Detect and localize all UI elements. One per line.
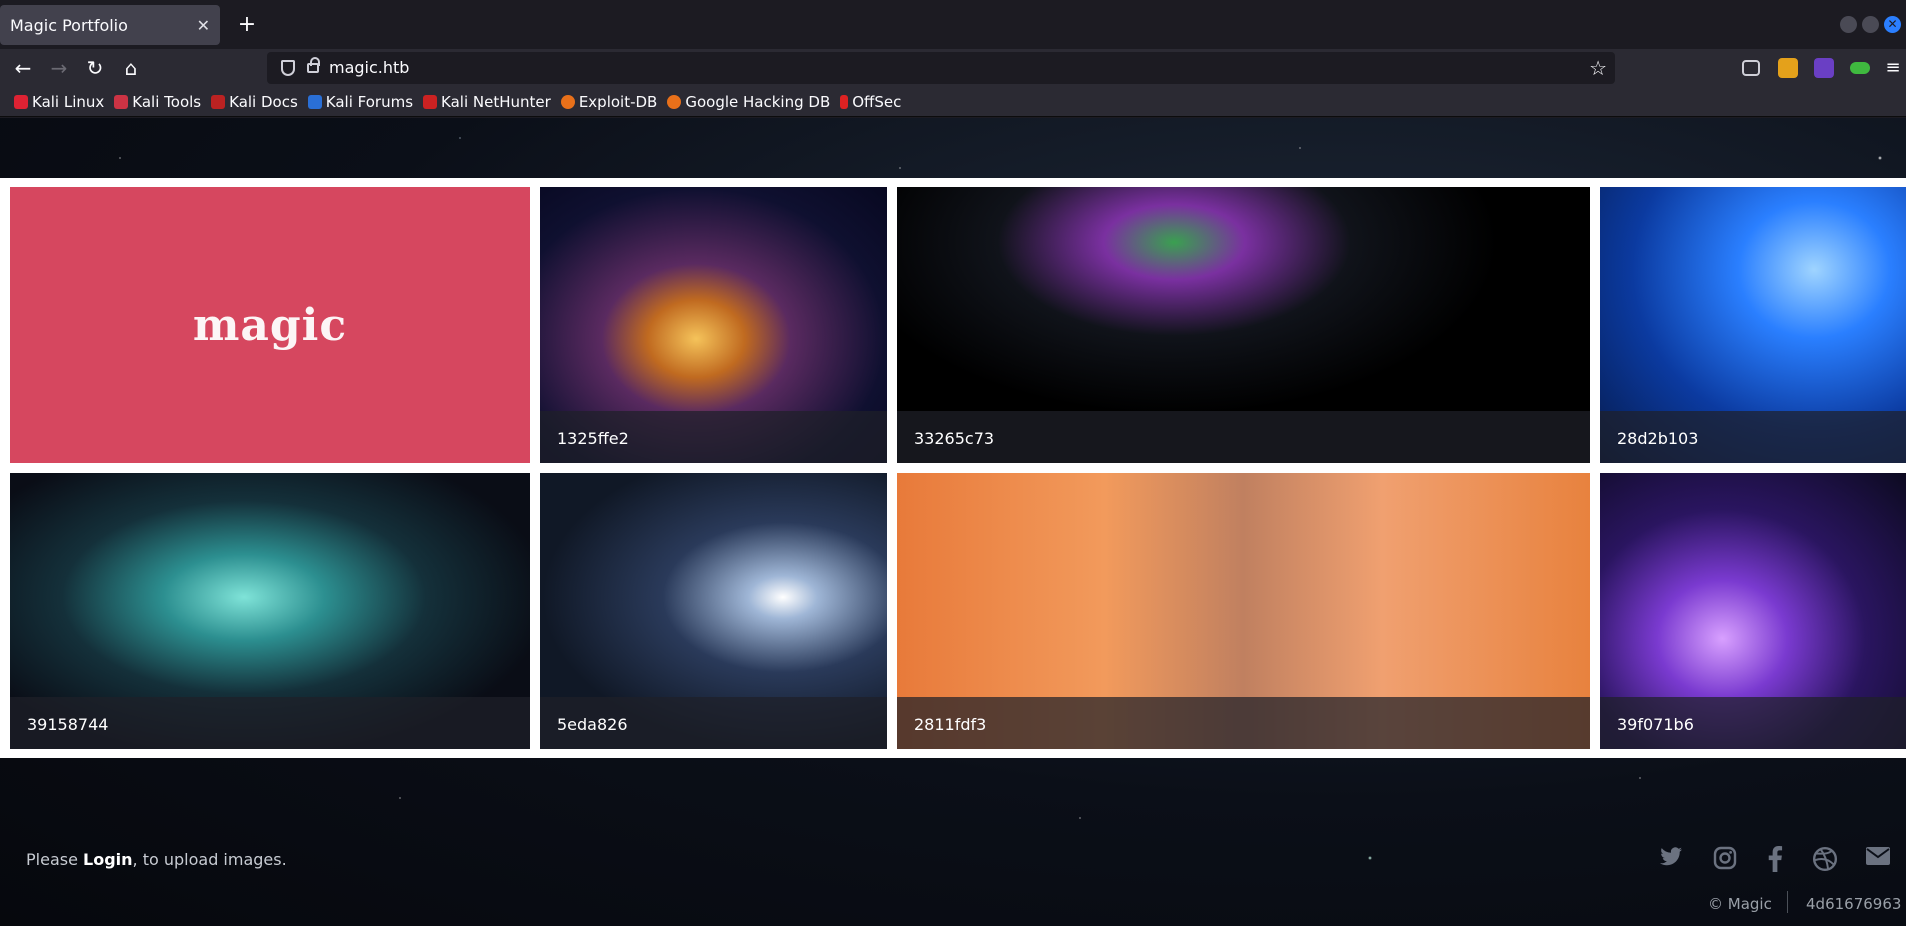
minimize-window-icon[interactable] xyxy=(1840,16,1857,33)
burp-extension-icon[interactable] xyxy=(1778,58,1798,78)
bookmark-exploit-db[interactable]: Exploit-DB xyxy=(559,93,664,111)
gallery-image-book[interactable]: 1325ffe2 xyxy=(540,187,887,463)
kali-tools-icon xyxy=(114,94,129,109)
image-caption: 1325ffe2 xyxy=(540,411,887,463)
image-caption: 28d2b103 xyxy=(1600,411,1906,463)
tracking-protection-icon[interactable] xyxy=(281,60,295,76)
back-icon[interactable]: ← xyxy=(10,55,36,81)
bookmark-kali-nethunter[interactable]: Kali NetHunter xyxy=(421,93,557,111)
gallery-image-hand-smoke[interactable]: 33265c73 xyxy=(897,187,1590,463)
kali-icon xyxy=(14,94,28,109)
close-window-icon[interactable]: ✕ xyxy=(1884,16,1901,33)
exploit-db-icon xyxy=(560,94,575,109)
maximize-window-icon[interactable] xyxy=(1862,16,1879,33)
bookmark-star-icon[interactable]: ☆ xyxy=(1589,56,1607,80)
bookmark-kali-docs[interactable]: Kali Docs xyxy=(209,93,304,111)
login-link[interactable]: Login xyxy=(83,850,133,869)
dribbble-icon[interactable] xyxy=(1811,846,1839,874)
forward-icon[interactable]: → xyxy=(46,55,72,81)
image-gallery: magic 1325ffe2 33265c73 28d2b103 3915874… xyxy=(0,178,1906,758)
email-icon[interactable] xyxy=(1864,846,1892,874)
bookmark-google-hacking-db[interactable]: Google Hacking DB xyxy=(665,93,836,111)
tab-title: Magic Portfolio xyxy=(10,15,128,35)
magic-logo: magic xyxy=(192,299,348,351)
gallery-image-man[interactable]: 2811fdf3 xyxy=(897,473,1590,749)
tab-strip: Magic Portfolio ✕ + ✕ xyxy=(0,0,1906,49)
footer-hash: 4d61676963 xyxy=(1806,895,1902,913)
bookmark-offsec[interactable]: OffSec xyxy=(838,93,907,111)
bookmark-kali-tools[interactable]: Kali Tools xyxy=(112,93,207,111)
address-bar[interactable]: magic.htb ☆ xyxy=(267,52,1615,84)
image-caption: 2811fdf3 xyxy=(897,697,1590,749)
image-caption: 39f071b6 xyxy=(1600,697,1906,749)
copyright-text: © Magic xyxy=(1708,895,1772,913)
footer-divider xyxy=(1787,891,1788,913)
page-body: magic 1325ffe2 33265c73 28d2b103 3915874… xyxy=(0,118,1906,926)
gallery-image-lights[interactable]: 39158744 xyxy=(10,473,530,749)
image-caption: 33265c73 xyxy=(897,411,1590,463)
url-text[interactable]: magic.htb xyxy=(329,58,409,77)
image-caption: 5eda826 xyxy=(540,697,887,749)
extension-badge-icon[interactable] xyxy=(1814,58,1834,78)
home-icon[interactable]: ⌂ xyxy=(118,55,144,81)
image-caption: 39158744 xyxy=(10,697,530,749)
bookmark-kali-forums[interactable]: Kali Forums xyxy=(306,93,419,111)
gallery-image-wand[interactable]: 39f071b6 xyxy=(1600,473,1906,749)
gallery-image-magic-hat[interactable]: 28d2b103 xyxy=(1600,187,1906,463)
bookmark-kali-linux[interactable]: Kali Linux xyxy=(12,93,110,111)
reload-icon[interactable]: ↻ xyxy=(82,55,108,81)
bookmarks-bar: Kali Linux Kali Tools Kali Docs Kali For… xyxy=(0,87,1906,117)
magic-logo-tile: magic xyxy=(10,187,530,463)
navigation-toolbar: ← → ↻ ⌂ magic.htb ☆ ≡ xyxy=(0,49,1906,87)
google-hacking-db-icon xyxy=(667,94,682,109)
lock-icon[interactable] xyxy=(307,57,320,73)
facebook-icon[interactable] xyxy=(1761,846,1789,874)
kali-nethunter-icon xyxy=(423,94,438,109)
new-tab-icon[interactable]: + xyxy=(232,10,262,40)
offsec-icon xyxy=(840,94,849,109)
login-prompt: Please Login, to upload images. xyxy=(26,850,287,869)
toggle-extension-icon[interactable] xyxy=(1850,62,1870,74)
instagram-icon[interactable] xyxy=(1711,846,1739,874)
twitter-icon[interactable] xyxy=(1657,846,1685,874)
kali-docs-icon xyxy=(211,94,226,109)
kali-forums-icon xyxy=(307,94,322,109)
tab-close-icon[interactable]: ✕ xyxy=(197,16,210,35)
tab-magic-portfolio[interactable]: Magic Portfolio ✕ xyxy=(0,5,220,45)
pocket-icon[interactable] xyxy=(1742,60,1760,76)
gallery-image-galaxy-hand[interactable]: 5eda826 xyxy=(540,473,887,749)
menu-icon[interactable]: ≡ xyxy=(1880,55,1906,81)
